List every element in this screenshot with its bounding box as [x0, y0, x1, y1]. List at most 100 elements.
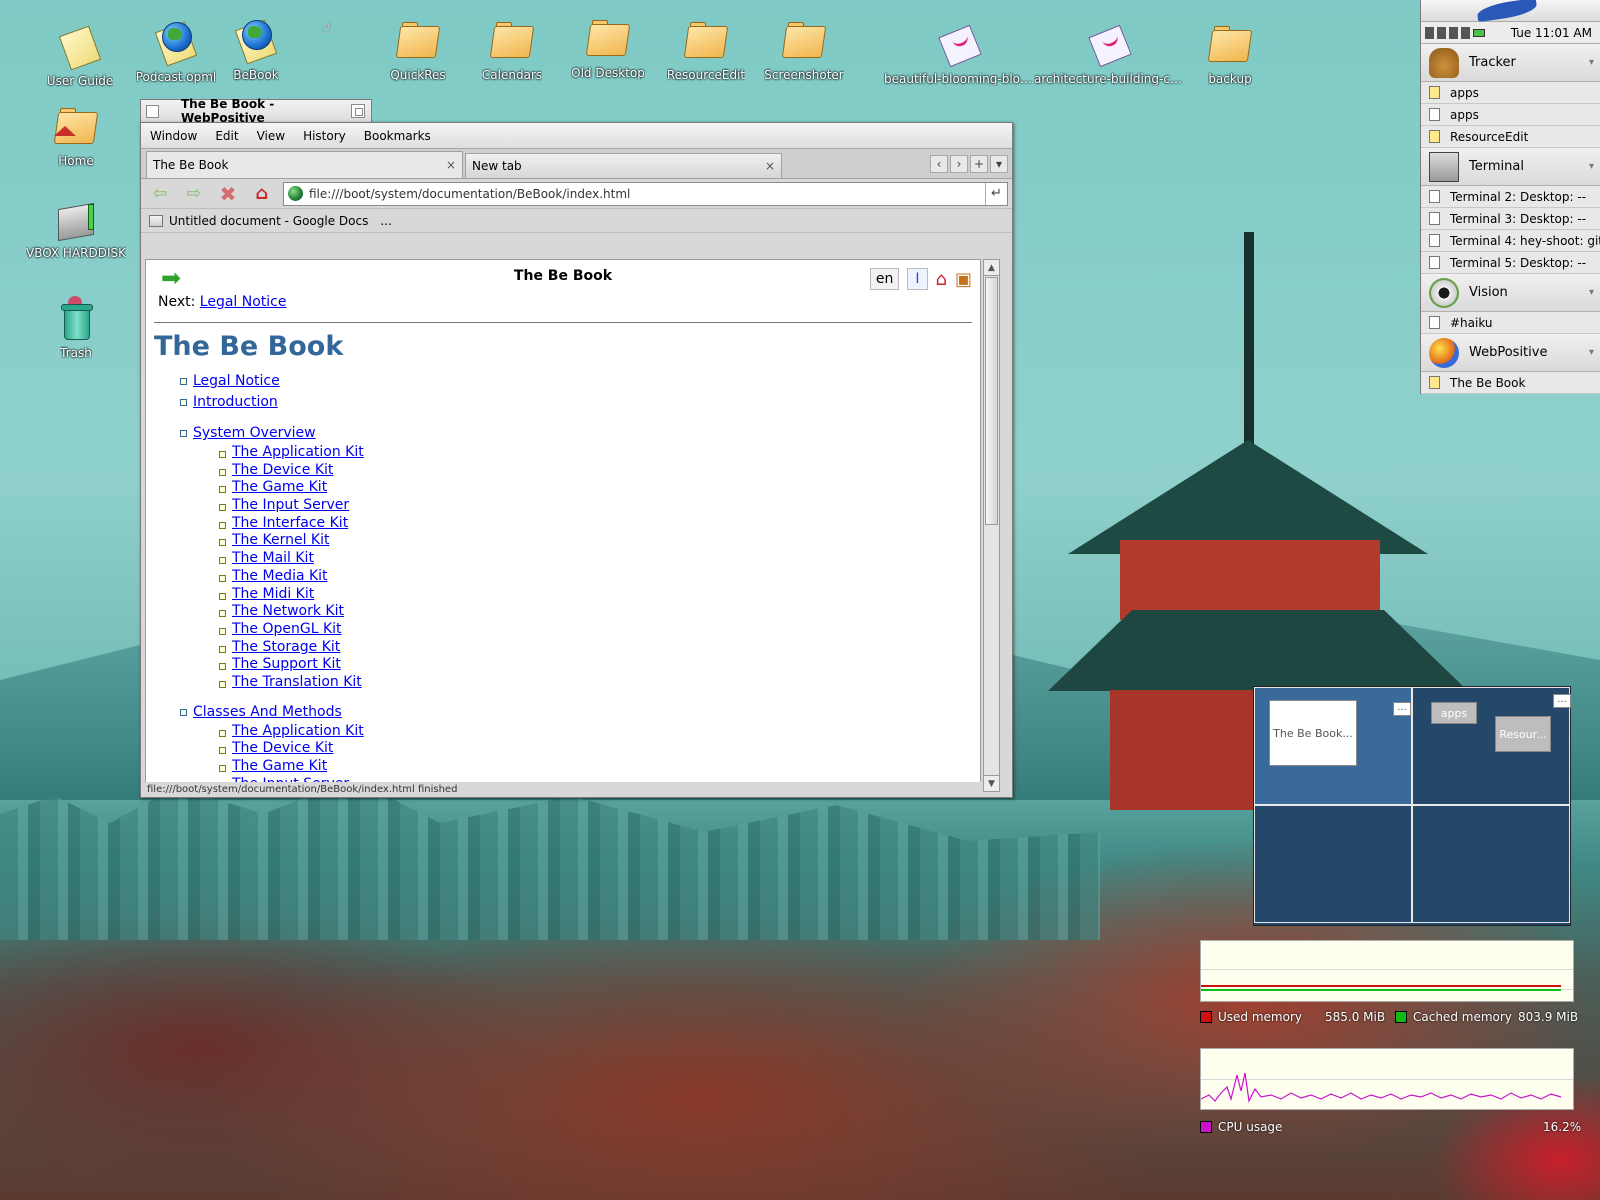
workspace-2[interactable]: apps Resour... ... — [1412, 687, 1571, 805]
vertical-scrollbar[interactable]: ▲ ▼ — [983, 259, 1000, 792]
toc-link[interactable]: The Application Kit — [232, 723, 364, 739]
toc-link[interactable]: The Support Kit — [232, 656, 341, 672]
battery-icon[interactable] — [1473, 28, 1485, 37]
home-icon[interactable]: ⌂ — [936, 269, 947, 290]
tab-list-button[interactable]: ▾ — [990, 155, 1008, 173]
collapse-icon[interactable]: ▾ — [1589, 347, 1594, 358]
toc-link[interactable]: The Storage Kit — [232, 639, 340, 655]
scroll-down-icon[interactable]: ▼ — [984, 775, 999, 791]
next-prefix: Next: — [158, 294, 196, 310]
desktop-icon-trash[interactable]: Trash — [16, 296, 136, 360]
workspace-1[interactable]: The Be Book... ... — [1254, 687, 1412, 805]
toc-link[interactable]: The Network Kit — [232, 603, 344, 619]
toc-link[interactable]: The Interface Kit — [232, 515, 348, 531]
workspace-4[interactable] — [1412, 805, 1570, 923]
leaf-menu-button[interactable] — [1421, 0, 1600, 23]
toc-link[interactable]: The OpenGL Kit — [232, 621, 342, 637]
deskbar-app-tracker[interactable]: Tracker ▾ — [1421, 44, 1600, 82]
deskbar-app-webpositive[interactable]: WebPositive ▾ — [1421, 334, 1600, 372]
toc-link[interactable]: The Media Kit — [232, 568, 328, 584]
gift-icon[interactable]: ▣ — [955, 269, 972, 290]
scrollbar-thumb[interactable] — [985, 277, 998, 525]
toc-link-classes-and-methods[interactable]: Classes And Methods — [193, 704, 342, 720]
toc-link[interactable]: The Input Server — [232, 497, 349, 513]
deskbar-window-item[interactable]: apps — [1421, 82, 1600, 104]
toc-link-system-overview[interactable]: System Overview — [193, 425, 316, 441]
window-zoom-button[interactable] — [351, 104, 365, 118]
toc-link[interactable]: The Device Kit — [232, 462, 333, 478]
toc-link[interactable]: The Game Kit — [232, 758, 327, 774]
workspace-window-thumbnail-small[interactable]: ... — [1393, 702, 1411, 716]
toc-link[interactable]: The Game Kit — [232, 479, 327, 495]
desktop-icon-home[interactable]: Home — [16, 104, 136, 168]
deskbar-window-item[interactable]: Terminal 2: Desktop: -- — [1421, 186, 1600, 208]
tab-scroll-right-icon[interactable]: › — [950, 155, 968, 173]
tray-media-icon[interactable] — [1425, 26, 1434, 39]
tray-cpu-icon[interactable] — [1437, 26, 1446, 39]
tab-close-icon[interactable]: × — [765, 159, 775, 173]
cached-memory-value: 803.9 MiB — [1518, 1010, 1579, 1024]
menu-history[interactable]: History — [294, 129, 355, 143]
tab-the-be-book[interactable]: The Be Book × — [146, 151, 463, 178]
tray-volume-icon[interactable] — [1461, 26, 1470, 39]
deskbar-app-vision[interactable]: Vision ▾ — [1421, 274, 1600, 312]
deskbar-window-item[interactable]: Terminal 3: Desktop: -- — [1421, 208, 1600, 230]
desktop-icon-backup[interactable]: backup — [1170, 22, 1290, 86]
language-button[interactable]: en — [869, 268, 900, 290]
toc-link[interactable]: The Device Kit — [232, 740, 333, 756]
desktop-icon-screenshoter[interactable]: Screenshoter — [744, 18, 864, 82]
tab-close-icon[interactable]: × — [446, 158, 456, 172]
collapse-icon[interactable]: ▾ — [1589, 287, 1594, 298]
desktop-icon-blooming-image[interactable]: beautiful-blooming-blos... — [884, 22, 1034, 86]
window-title-tab[interactable]: The Be Book - WebPositive — [140, 97, 372, 125]
deskbar-window-item[interactable]: The Be Book — [1421, 372, 1600, 394]
url-input[interactable]: file:///boot/system/documentation/BeBook… — [309, 187, 985, 201]
tab-new-tab[interactable]: New tab × — [465, 153, 782, 178]
menu-edit[interactable]: Edit — [206, 129, 247, 143]
toc-link[interactable]: The Mail Kit — [232, 550, 314, 566]
deskbar-window-item[interactable]: Terminal 4: hey-shoot: git — [1421, 230, 1600, 252]
workspace-window-thumbnail[interactable]: apps — [1431, 702, 1477, 724]
deskbar-window-item[interactable]: #haiku — [1421, 312, 1600, 334]
deskbar-window-item[interactable]: ResourceEdit — [1421, 126, 1600, 148]
collapse-icon[interactable]: ▾ — [1589, 161, 1594, 172]
workspace-window-thumbnail[interactable]: Resour... — [1495, 716, 1551, 752]
toc-subitem: The Application Kit — [219, 723, 980, 741]
workspace-window-thumbnail-small[interactable]: ... — [1553, 694, 1571, 708]
toc-link-legal-notice[interactable]: Legal Notice — [193, 373, 280, 389]
bookmark-overflow-button[interactable]: ... — [380, 214, 391, 228]
workspace-3[interactable] — [1254, 805, 1412, 923]
scroll-up-icon[interactable]: ▲ — [984, 260, 999, 276]
deskbar-window-item[interactable]: Terminal 5: Desktop: -- — [1421, 252, 1600, 274]
desktop-icon-architecture-image[interactable]: architecture-building-ca... — [1034, 22, 1184, 86]
tab-scroll-left-icon[interactable]: ‹ — [930, 155, 948, 173]
deskbar-app-terminal[interactable]: Terminal ▾ — [1421, 148, 1600, 186]
menu-view[interactable]: View — [248, 129, 294, 143]
clock[interactable]: Tue 11:01 AM — [1511, 26, 1592, 40]
menu-window[interactable]: Window — [141, 129, 206, 143]
toc-link[interactable]: The Translation Kit — [232, 674, 362, 690]
stop-icon[interactable]: ✖ — [215, 182, 241, 206]
deskbar-window-item[interactable]: apps — [1421, 104, 1600, 126]
index-button[interactable]: I — [907, 268, 928, 290]
desktop-icon-vbox-harddisk[interactable]: VBOX HARDDISK — [16, 196, 136, 260]
desktop-icon-bebook[interactable]: BeBook — [196, 18, 316, 82]
new-tab-button[interactable]: + — [970, 155, 988, 173]
workspace-window-thumbnail[interactable]: The Be Book... — [1269, 700, 1357, 766]
toc-link[interactable]: The Midi Kit — [232, 586, 314, 602]
url-bar[interactable]: file:///boot/system/documentation/BeBook… — [283, 181, 1008, 206]
back-arrow-icon[interactable]: ⇦ — [147, 182, 173, 206]
forward-arrow-icon[interactable]: ⇨ — [181, 182, 207, 206]
toc-link-introduction[interactable]: Introduction — [193, 394, 278, 410]
tray-network-icon[interactable] — [1449, 26, 1458, 39]
go-icon[interactable]: ↵ — [985, 182, 1007, 205]
toc-link[interactable]: The Application Kit — [232, 444, 364, 460]
window-close-button[interactable] — [146, 104, 159, 118]
menu-bookmarks[interactable]: Bookmarks — [355, 129, 440, 143]
next-link[interactable]: Legal Notice — [200, 294, 287, 310]
folder-icon — [1206, 22, 1254, 70]
toc-link[interactable]: The Kernel Kit — [232, 532, 329, 548]
collapse-icon[interactable]: ▾ — [1589, 57, 1594, 68]
home-icon[interactable]: ⌂ — [249, 182, 275, 206]
bookmark-google-docs[interactable]: Untitled document - Google Docs — [149, 214, 368, 228]
